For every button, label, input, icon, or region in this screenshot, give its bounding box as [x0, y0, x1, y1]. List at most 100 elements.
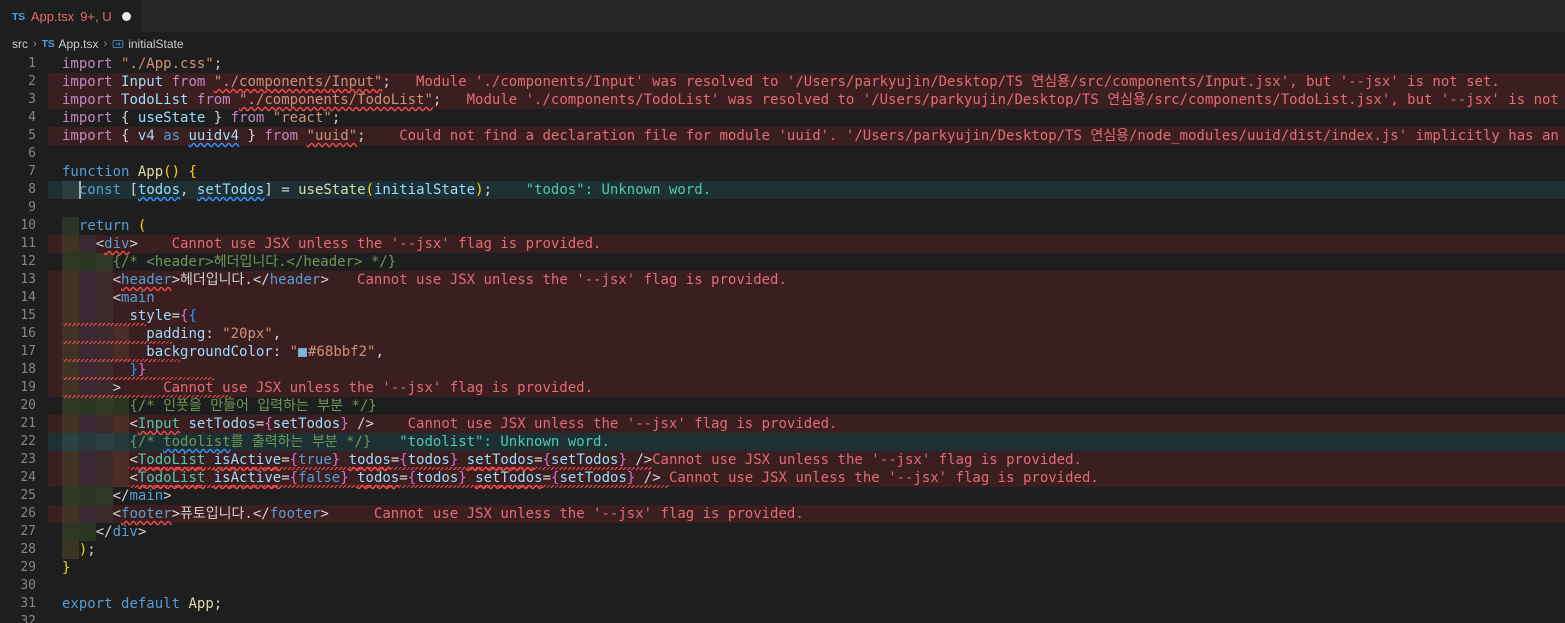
code-line[interactable]: 27 </div>: [0, 523, 1565, 541]
breadcrumb-label-symbol: initialState: [128, 36, 184, 51]
code-text: import Input from "./components/Input";: [62, 74, 391, 90]
code-line[interactable]: 10 return (: [0, 217, 1565, 235]
code-text: style={{: [129, 308, 197, 324]
code-text: </main>: [112, 488, 172, 504]
code-line[interactable]: 3 import TodoList from "./components/Todo…: [0, 91, 1565, 109]
line-number: 27: [20, 524, 36, 539]
inline-diagnostic-message: Cannot use JSX unless the '--jsx' flag i…: [163, 380, 594, 396]
code-text: function App() {: [62, 164, 197, 180]
code-line[interactable]: 30: [0, 577, 1565, 595]
code-line[interactable]: 1 import "./App.css";: [0, 55, 1565, 73]
line-number: 18: [20, 362, 36, 377]
inline-diagnostic-message: Could not find a declaration file for mo…: [399, 128, 1559, 144]
code-text: import { v4 as uuidv4 } from "uuid";: [62, 128, 366, 144]
code-text: backgroundColor: " #68bbf2",: [146, 344, 384, 360]
code-text: </div>: [95, 524, 147, 540]
line-number: 15: [20, 308, 36, 323]
line-number: 20: [20, 398, 36, 413]
editor-tab-app-tsx[interactable]: TS App.tsx 9+, U: [0, 0, 141, 32]
line-number: 17: [20, 344, 36, 359]
breadcrumb-label-file: App.tsx: [58, 36, 99, 51]
code-line[interactable]: 31 export default App;: [0, 595, 1565, 613]
code-line[interactable]: 28 );: [0, 541, 1565, 559]
code-line[interactable]: 18 }}: [0, 361, 1565, 380]
code-line[interactable]: 13 <header>헤더입니다.</header> Cannot use JSX…: [0, 271, 1565, 289]
code-line[interactable]: 23 <TodoList isActive={true} todos={todo…: [0, 451, 1565, 470]
code-text: {/* <header>헤더입니다.</header> */}: [112, 254, 397, 270]
breadcrumb-label-src: src: [12, 36, 28, 51]
code-line[interactable]: 5 import { v4 as uuidv4 } from "uuid"; Cou…: [0, 127, 1565, 145]
code-text: import TodoList from "./components/TodoL…: [62, 92, 442, 108]
breadcrumb-item-symbol[interactable]: initialState: [112, 36, 184, 51]
line-number: 3: [28, 92, 36, 107]
code-text: }: [62, 560, 71, 576]
line-number: 13: [20, 272, 36, 287]
code-text: export default App;: [62, 596, 223, 612]
code-text: <Input setTodos={setTodos} />: [129, 416, 374, 432]
typescript-file-icon: TS: [12, 10, 25, 23]
code-text: {/* 인풋을 만들어 입력하는 부분 */}: [129, 398, 377, 414]
line-number: 1: [28, 56, 36, 71]
line-number: 6: [28, 146, 36, 161]
line-diagnostic-highlight: [48, 289, 1565, 307]
code-line[interactable]: 24 <TodoList isActive={false} todos={tod…: [0, 469, 1565, 488]
code-line[interactable]: 20 {/* 인풋을 만들어 입력하는 부분 */}: [0, 397, 1565, 415]
line-number: 24: [20, 470, 36, 485]
line-number: 14: [20, 290, 36, 305]
unsaved-dot-icon[interactable]: [121, 12, 131, 21]
editor-tab-problem-badge: 9+, U: [80, 9, 112, 24]
code-line[interactable]: 9: [0, 199, 1565, 217]
line-number: 4: [28, 110, 36, 125]
line-number: 25: [20, 488, 36, 503]
code-line[interactable]: 6: [0, 145, 1565, 163]
text-cursor: [78, 181, 81, 199]
line-number: 9: [28, 200, 36, 215]
code-text: const [todos, setTodos] = useState(initi…: [78, 182, 492, 198]
code-line[interactable]: 7 function App() {: [0, 163, 1565, 181]
code-line[interactable]: 15 style={{: [0, 307, 1565, 326]
tab-bar-empty-space: [140, 0, 1565, 32]
line-number: 11: [20, 236, 36, 251]
inline-diagnostic-message: Cannot use JSX unless the '--jsx' flag i…: [373, 506, 804, 522]
code-line[interactable]: 22 {/* todolist를 출력하는 부분 */} "todolist": …: [0, 433, 1565, 451]
inline-diagnostic-message: Cannot use JSX unless the '--jsx' flag i…: [652, 452, 1082, 468]
line-number: 31: [20, 596, 36, 611]
code-line[interactable]: 2 import Input from "./components/Input";…: [0, 73, 1565, 91]
line-number: 28: [20, 542, 36, 557]
code-editor[interactable]: 1 import "./App.css"; 2 import Input from "…: [0, 55, 1565, 623]
line-number: 32: [20, 614, 36, 623]
line-diagnostic-highlight: [48, 361, 1565, 379]
code-text: <header>헤더입니다.</header>: [112, 272, 329, 288]
code-line[interactable]: 25 </main>: [0, 487, 1565, 505]
line-number: 29: [20, 560, 36, 575]
code-line[interactable]: 12 {/* <header>헤더입니다.</header> */}: [0, 253, 1565, 271]
code-line[interactable]: 4 import { useState } from "react";: [0, 109, 1565, 127]
code-line[interactable]: 11 <div> Cannot use JSX unless the '--jsx…: [0, 235, 1565, 253]
code-line[interactable]: 19 > Cannot use JSX unless the '--jsx' fl…: [0, 379, 1565, 398]
line-number: 26: [20, 506, 36, 521]
breadcrumb-item-file[interactable]: TS App.tsx: [42, 37, 99, 51]
breadcrumb-item-src[interactable]: src: [12, 37, 28, 51]
code-line[interactable]: 14 <main: [0, 289, 1565, 307]
code-text: );: [78, 542, 96, 558]
code-text: <main: [112, 290, 155, 306]
code-text: <TodoList isActive={false} todos={todos}…: [129, 470, 661, 486]
inline-diagnostic-message: "todolist": Unknown word.: [399, 434, 610, 450]
code-line[interactable]: 32: [0, 613, 1565, 623]
typescript-file-icon: TS: [41, 37, 55, 50]
line-number: 30: [20, 578, 36, 593]
editor-tab-label: App.tsx: [30, 9, 75, 24]
line-number: 5: [28, 128, 36, 143]
code-line[interactable]: 8 const [todos, setTodos] = useState(ini…: [0, 181, 1565, 199]
code-line[interactable]: 17 backgroundColor: " #68bbf2",: [0, 343, 1565, 362]
code-line[interactable]: 21 <Input setTodos={setTodos} /> Cannot u…: [0, 415, 1565, 433]
chevron-right-icon: ›: [33, 37, 37, 50]
line-number: 23: [20, 452, 36, 467]
inline-diagnostic-message: Cannot use JSX unless the '--jsx' flag i…: [407, 416, 838, 432]
inline-diagnostic-message: Cannot use JSX unless the '--jsx' flag i…: [357, 272, 787, 288]
code-line[interactable]: 26 <footer>퓨토입니다.</footer> Cannot use JSX…: [0, 505, 1565, 523]
code-text: <footer>퓨토입니다.</footer>: [112, 506, 329, 522]
code-line[interactable]: 16 padding: "20px",: [0, 325, 1565, 344]
code-line[interactable]: 29}: [0, 559, 1565, 577]
line-number: 22: [20, 434, 36, 449]
